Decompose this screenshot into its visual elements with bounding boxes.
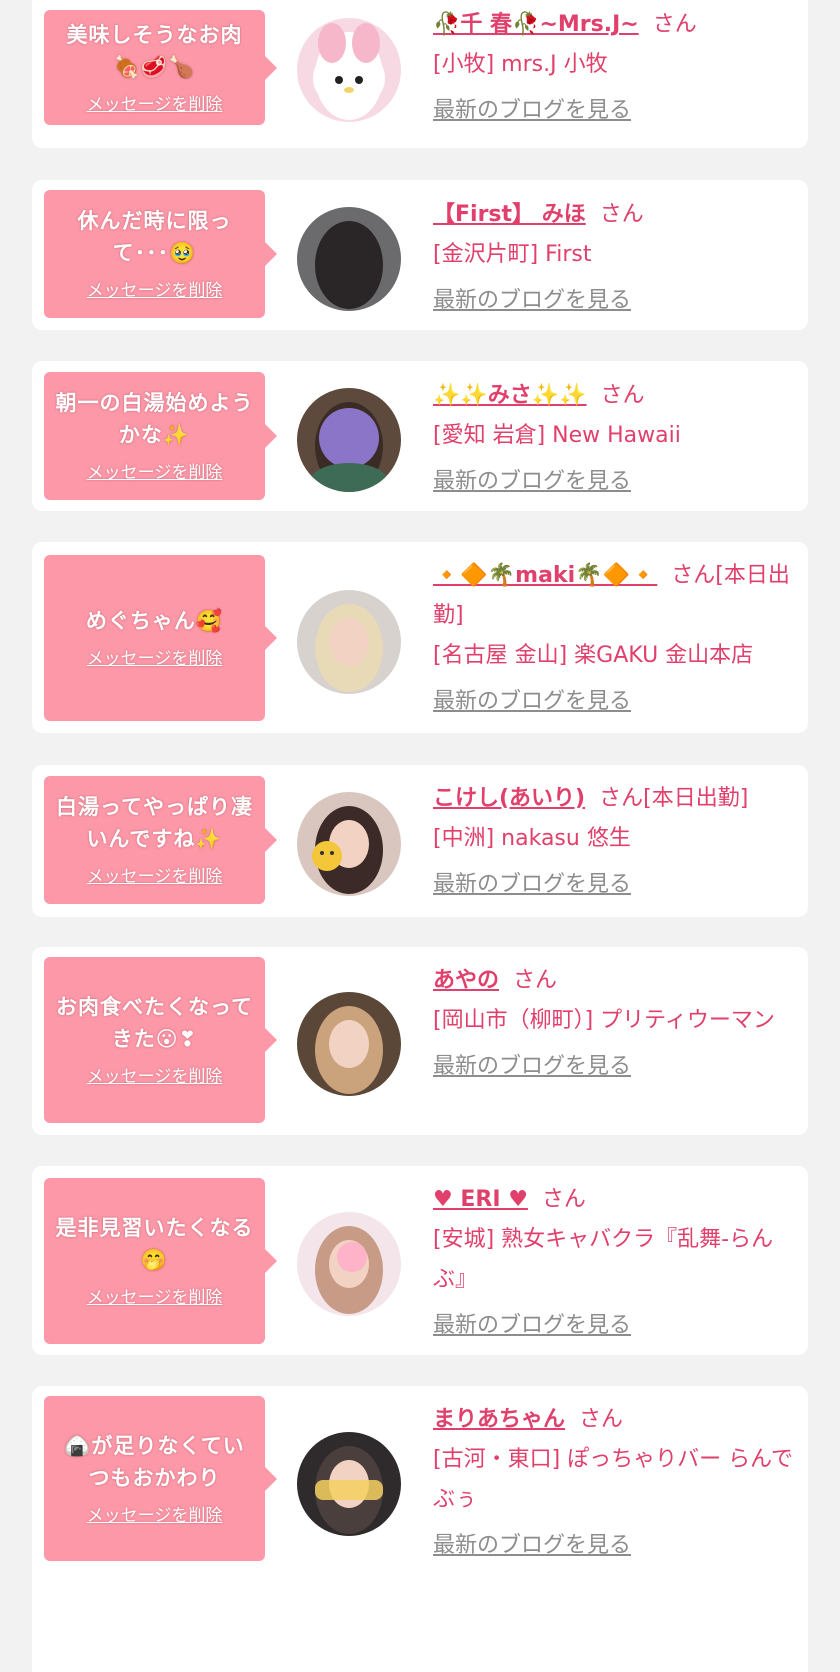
shop-name: [安城] 熟女キャバクラ『乱舞-らんぶ』 <box>433 1227 774 1292</box>
honorific-suffix: さん <box>513 968 558 993</box>
sender-name-link[interactable]: まりあちゃん <box>433 1407 565 1432</box>
message-bubble: 休んだ時に限って･･･🥹 メッセージを削除 <box>44 190 277 318</box>
message-text: お肉食べたくなってきた😮❣ <box>56 995 253 1051</box>
message-card: 休んだ時に限って･･･🥹 メッセージを削除 【First】 みほ さん [金沢片町… <box>32 180 808 330</box>
sender-name-link[interactable]: ✨✨みさ✨✨ <box>433 383 587 408</box>
shop-name: [愛知 岩倉] New Hawaii <box>433 423 681 448</box>
latest-blog-link[interactable]: 最新のブログを見る <box>433 1306 631 1346</box>
latest-blog-link[interactable]: 最新のブログを見る <box>433 91 631 131</box>
shop-name: [名古屋 金山] 楽GAKU 金山本店 <box>433 643 754 668</box>
message-text: 是非見習いたくなる🤭 <box>55 1216 254 1272</box>
delete-message-link[interactable]: メッセージを削除 <box>87 1065 223 1089</box>
shop-name: [岡山市（柳町）] プリティウーマン <box>433 1008 775 1033</box>
shop-name: [金沢片町] First <box>433 242 592 267</box>
pink-bunny-avatar-icon[interactable] <box>297 18 401 122</box>
sender-name-link[interactable]: こけし(あいり) <box>433 786 585 811</box>
message-bubble: めぐちゃん🥰 メッセージを削除 <box>44 555 277 721</box>
message-card: お肉食べたくなってきた😮❣ メッセージを削除 あやの さん [岡山市（柳町）] プ… <box>32 947 808 1135</box>
woman-heart-face-avatar-icon[interactable] <box>297 1212 401 1316</box>
delete-message-link[interactable]: メッセージを削除 <box>87 1504 223 1528</box>
sender-name-link[interactable]: あやの <box>433 968 499 993</box>
honorific-suffix: さん <box>579 1407 624 1432</box>
delete-message-link[interactable]: メッセージを削除 <box>87 865 223 889</box>
message-bubble: お肉食べたくなってきた😮❣ メッセージを削除 <box>44 957 277 1123</box>
sender-info: 🔸🔶🌴maki🌴🔶🔸 さん[本日出勤] [名古屋 金山] 楽GAKU 金山本店 最… <box>433 556 796 722</box>
sender-info: 🥀千 春🥀~Mrs.J~ さん [小牧] mrs.J 小牧 最新のブログを見る <box>433 5 796 131</box>
message-text: 美味しそうなお肉🍖🥩🍗 <box>66 22 243 79</box>
shop-name: [中洲] nakasu 悠生 <box>433 826 631 851</box>
message-text: めぐちゃん🥰 <box>85 609 224 633</box>
latest-blog-link[interactable]: 最新のブログを見る <box>433 1047 631 1087</box>
honorific-suffix: さん <box>600 383 645 408</box>
woman-happy-glasses-avatar-icon[interactable] <box>297 1432 401 1536</box>
message-bubble: 朝一の白湯始めようかな✨ メッセージを削除 <box>44 372 277 500</box>
sender-info: あやの さん [岡山市（柳町）] プリティウーマン 最新のブログを見る <box>433 961 796 1087</box>
latest-blog-link[interactable]: 最新のブログを見る <box>433 1526 631 1566</box>
message-card: めぐちゃん🥰 メッセージを削除 🔸🔶🌴maki🌴🔶🔸 さん[本日出勤] [名古屋 … <box>32 542 808 733</box>
sender-name-link[interactable]: 🥀千 春🥀~Mrs.J~ <box>433 12 639 37</box>
shop-name: [古河・東口] ぽっちゃりバー らんでぶぅ <box>433 1447 794 1512</box>
latest-blog-link[interactable]: 最新のブログを見る <box>433 865 631 905</box>
message-text: 朝一の白湯始めようかな✨ <box>55 391 254 447</box>
woman-back-hair-avatar-icon[interactable] <box>297 207 401 311</box>
sender-info: まりあちゃん さん [古河・東口] ぽっちゃりバー らんでぶぅ 最新のブログを見る <box>433 1400 796 1566</box>
blonde-woman-avatar-icon[interactable] <box>297 590 401 694</box>
sender-info: こけし(あいり) さん[本日出勤] [中洲] nakasu 悠生 最新のブログを見… <box>433 779 796 905</box>
delete-message-link[interactable]: メッセージを削除 <box>87 93 223 117</box>
message-card: 朝一の白湯始めようかな✨ メッセージを削除 ✨✨みさ✨✨ さん [愛知 岩倉] N… <box>32 361 808 511</box>
message-bubble: 美味しそうなお肉🍖🥩🍗 メッセージを削除 <box>44 10 277 125</box>
sender-name-link[interactable]: 🔸🔶🌴maki🌴🔶🔸 <box>433 563 657 588</box>
sender-info: ✨✨みさ✨✨ さん [愛知 岩倉] New Hawaii 最新のブログを見る <box>433 376 796 502</box>
woman-emoji-face-avatar-icon[interactable] <box>297 792 401 896</box>
sender-name-link[interactable]: ♥ ERI ♥ <box>433 1187 528 1212</box>
sender-info: ♥ ERI ♥ さん [安城] 熟女キャバクラ『乱舞-らんぶ』 最新のブログを見る <box>433 1180 796 1346</box>
woman-purple-mosaic-avatar-icon[interactable] <box>297 388 401 492</box>
honorific-suffix: さん <box>599 202 644 227</box>
delete-message-link[interactable]: メッセージを削除 <box>87 647 223 671</box>
delete-message-link[interactable]: メッセージを削除 <box>87 279 223 303</box>
message-card: 🍙が足りなくていつもおかわり メッセージを削除 まりあちゃん さん [古河・東口]… <box>32 1386 808 1672</box>
message-card: 白湯ってやっぱり凄いんですね✨ メッセージを削除 こけし(あいり) さん[本日出勤… <box>32 765 808 917</box>
message-text: 白湯ってやっぱり凄いんですね✨ <box>56 795 253 851</box>
delete-message-link[interactable]: メッセージを削除 <box>87 461 223 485</box>
woman-hair-clip-avatar-icon[interactable] <box>297 992 401 1096</box>
message-bubble: 白湯ってやっぱり凄いんですね✨ メッセージを削除 <box>44 776 277 904</box>
message-bubble: 是非見習いたくなる🤭 メッセージを削除 <box>44 1178 277 1344</box>
sender-info: 【First】 みほ さん [金沢片町] First 最新のブログを見る <box>433 195 796 321</box>
honorific-suffix: さん <box>652 12 697 37</box>
delete-message-link[interactable]: メッセージを削除 <box>87 1286 223 1310</box>
honorific-suffix: さん[本日出勤] <box>599 786 749 811</box>
latest-blog-link[interactable]: 最新のブログを見る <box>433 462 631 502</box>
latest-blog-link[interactable]: 最新のブログを見る <box>433 281 631 321</box>
message-text: 休んだ時に限って･･･🥹 <box>77 209 232 265</box>
message-card: 是非見習いたくなる🤭 メッセージを削除 ♥ ERI ♥ さん [安城] 熟女キャバ… <box>32 1166 808 1355</box>
honorific-suffix: さん <box>541 1187 586 1212</box>
message-list: 美味しそうなお肉🍖🥩🍗 メッセージを削除 🥀千 春🥀~Mrs.J~ さん [小牧]… <box>0 0 840 1672</box>
latest-blog-link[interactable]: 最新のブログを見る <box>433 682 631 722</box>
sender-name-link[interactable]: 【First】 みほ <box>433 202 586 227</box>
message-text: 🍙が足りなくていつもおかわり <box>64 1433 245 1490</box>
message-card: 美味しそうなお肉🍖🥩🍗 メッセージを削除 🥀千 春🥀~Mrs.J~ さん [小牧]… <box>32 0 808 148</box>
shop-name: [小牧] mrs.J 小牧 <box>433 52 608 77</box>
message-bubble: 🍙が足りなくていつもおかわり メッセージを削除 <box>44 1396 277 1561</box>
